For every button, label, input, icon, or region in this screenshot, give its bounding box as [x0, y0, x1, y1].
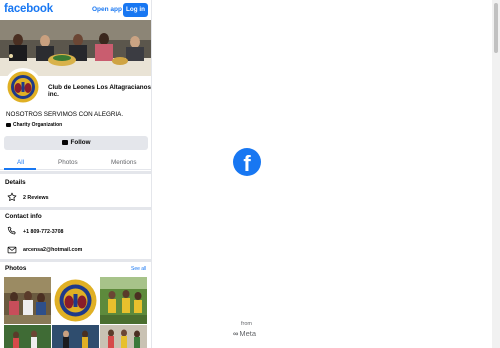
follow-button[interactable]: Follow	[4, 136, 148, 150]
star-icon	[7, 192, 17, 201]
category-icon	[6, 123, 11, 127]
tab-photos[interactable]: Photos	[58, 159, 78, 166]
from-label: from	[241, 321, 252, 327]
see-all-photos-link[interactable]: See all	[131, 266, 146, 272]
lions-club-logo-icon	[6, 70, 40, 104]
photo-image	[4, 325, 51, 348]
phone-icon	[7, 226, 16, 235]
photo-image	[52, 325, 99, 348]
avatar[interactable]	[4, 68, 42, 106]
mobile-page-panel: facebook Open app Log in Club de Leones …	[0, 0, 152, 348]
photo-image	[100, 325, 147, 348]
reviews-link[interactable]: 2 Reviews	[23, 195, 49, 201]
photos-title: Photos	[5, 265, 27, 272]
follow-icon	[61, 139, 68, 145]
meta-brand: ∞Meta	[233, 329, 256, 338]
lions-club-emblem-image	[52, 277, 99, 324]
photo-thumbnail[interactable]	[100, 277, 147, 324]
mail-icon	[7, 246, 17, 254]
photo-thumbnail[interactable]	[100, 325, 147, 348]
page-category: Charity Organization	[6, 122, 62, 128]
page-tabs: All Photos Mentions	[0, 155, 151, 170]
active-tab-indicator	[4, 168, 36, 170]
top-bar: facebook Open app Log in	[0, 0, 151, 20]
meta-label: Meta	[239, 329, 257, 338]
photo-image	[4, 277, 51, 324]
section-divider	[0, 171, 151, 174]
follow-label: Follow	[70, 139, 91, 146]
details-title: Details	[5, 179, 26, 186]
photo-thumbnail[interactable]	[4, 325, 51, 348]
login-button[interactable]: Log in	[123, 3, 148, 17]
section-divider	[0, 207, 151, 210]
facebook-logo[interactable]: facebook	[4, 3, 53, 15]
facebook-f-glyph: f	[243, 151, 251, 176]
phone-number[interactable]: +1 809-772-3708	[23, 229, 64, 235]
meta-logo-icon: ∞	[233, 329, 239, 338]
page: facebook Open app Log in Club de Leones …	[0, 0, 500, 348]
photo-image	[100, 277, 147, 324]
photo-thumbnail[interactable]	[52, 325, 99, 348]
section-divider	[0, 259, 151, 262]
tab-all[interactable]: All	[17, 159, 24, 166]
photo-thumbnail[interactable]	[4, 277, 51, 324]
photo-thumbnail[interactable]	[52, 277, 99, 324]
contact-info-title: Contact info	[5, 213, 42, 220]
scrollbar-thumb[interactable]	[494, 3, 498, 53]
facebook-badge-icon: f	[233, 148, 261, 176]
page-name: Club de Leones Los Altagracianos inc.	[48, 84, 151, 98]
category-label: Charity Organization	[13, 122, 63, 128]
open-app-link[interactable]: Open app	[92, 6, 122, 13]
tab-mentions[interactable]: Mentions	[111, 159, 137, 166]
page-motto: NOSOTROS SERVIMOS CON ALEGRIA.	[6, 111, 124, 118]
email-address[interactable]: arcensa2@hotmail.com	[23, 247, 82, 253]
